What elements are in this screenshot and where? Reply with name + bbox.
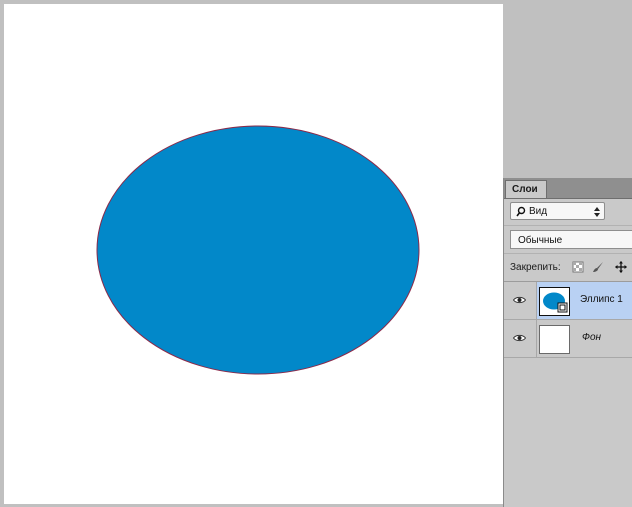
layers-panel: Слои Вид Обычные Закрепить: Эллипс 1 Фон	[503, 178, 632, 507]
eye-icon	[513, 296, 526, 304]
lock-label: Закрепить:	[510, 262, 561, 273]
eye-icon	[513, 334, 526, 342]
blend-mode-select[interactable]: Обычные	[510, 230, 632, 249]
layer-name[interactable]: Эллипс 1	[580, 294, 623, 305]
panel-tab-bar: Слои	[504, 178, 632, 199]
layer-filter-value: Вид	[529, 206, 548, 217]
layer-row-ellipse[interactable]: Эллипс 1	[504, 282, 632, 320]
visibility-toggle[interactable]	[504, 320, 537, 357]
layer-thumbnail	[539, 325, 570, 354]
lock-image-pixels-icon[interactable]	[592, 261, 604, 273]
layers-list-empty-area	[504, 360, 632, 507]
layer-name[interactable]: Фон	[582, 332, 601, 343]
lock-position-icon[interactable]	[615, 261, 627, 273]
search-icon	[516, 203, 526, 224]
tab-layers[interactable]: Слои	[505, 180, 547, 198]
visibility-toggle[interactable]	[504, 282, 537, 319]
updown-arrows-icon	[594, 207, 600, 217]
layer-filter-select[interactable]: Вид	[510, 202, 605, 220]
ellipse-thumbnail-icon	[543, 292, 568, 313]
layer-row-background[interactable]: Фон	[504, 320, 632, 358]
lock-row: Закрепить:	[504, 254, 632, 282]
layer-thumbnail	[539, 287, 570, 316]
blue-ellipse-shape[interactable]	[96, 125, 420, 375]
lock-transparent-pixels-icon[interactable]	[572, 261, 584, 273]
blend-mode-row: Обычные	[504, 226, 632, 254]
layer-filter-row: Вид	[504, 198, 632, 226]
document-canvas[interactable]	[4, 4, 503, 504]
canvas-artwork	[96, 125, 420, 375]
